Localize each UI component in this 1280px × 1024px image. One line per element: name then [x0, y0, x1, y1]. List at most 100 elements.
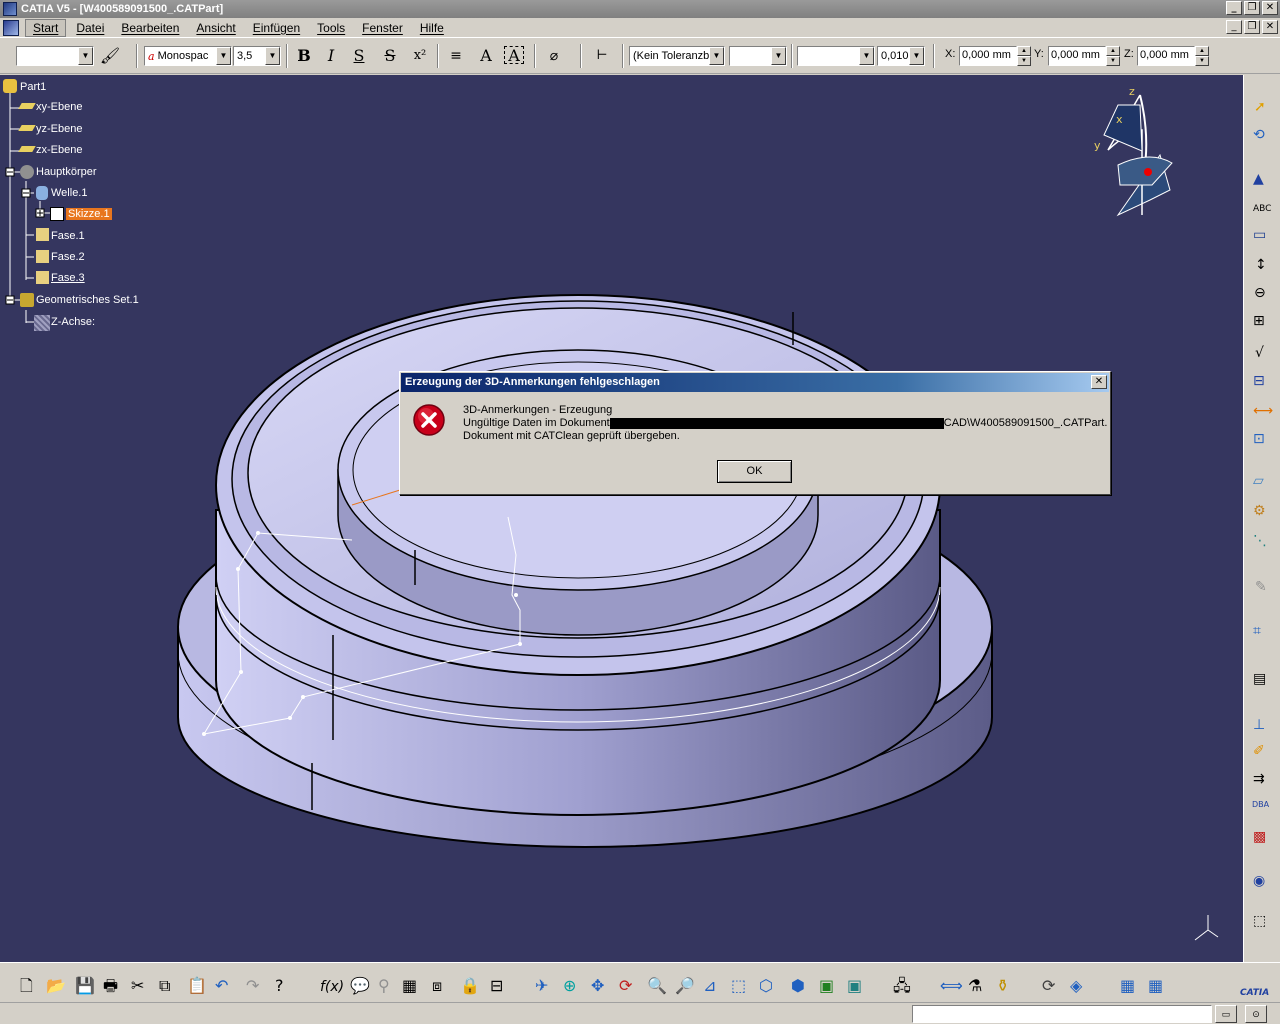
precision-combo[interactable]: 0,010 ▼ — [877, 46, 925, 66]
body-gear-icon[interactable] — [20, 165, 34, 179]
font-size-combo[interactable]: 3,5 ▼ — [233, 46, 281, 66]
restore-button[interactable]: ❐ — [1244, 1, 1260, 15]
svg-text:⬚: ⬚ — [731, 976, 746, 995]
x-coord-spinner[interactable]: 0,000 mm ▲ ▼ — [959, 46, 1031, 66]
italic-button[interactable]: I — [319, 46, 343, 66]
z-coord-value[interactable]: 0,000 mm — [1137, 46, 1195, 66]
svg-text:✎: ✎ — [1255, 579, 1267, 595]
z-coord-spinner[interactable]: 0,000 mm ▲ ▼ — [1137, 46, 1209, 66]
svg-text:💾: 💾 — [75, 976, 95, 995]
tree-item-yz-ebene[interactable]: yz-Ebene — [36, 123, 82, 135]
command-input[interactable] — [912, 1005, 1212, 1023]
3d-viewport[interactable]: z y x Part1 xy-Ebene yz-Ebene zx-Ebene H… — [0, 75, 1243, 962]
svg-text:▦: ▦ — [1120, 976, 1135, 995]
style-combo[interactable]: ▼ — [16, 46, 94, 66]
tolerance-combo[interactable]: (Kein Toleranzb ▼ — [629, 46, 725, 66]
bold-button[interactable]: B — [292, 46, 316, 66]
paintbrush-icon[interactable]: 🖌 — [98, 46, 122, 66]
tree-item-z-achse[interactable]: Z-Achse: — [51, 316, 95, 328]
svg-text:⟺: ⟺ — [940, 976, 963, 995]
font-name-combo[interactable]: a Monospac ▼ — [144, 46, 232, 66]
svg-text:▲: ▲ — [1253, 171, 1264, 187]
svg-text:ABC: ABC — [1253, 204, 1271, 214]
tolerance-value-combo[interactable]: ▼ — [729, 46, 787, 66]
y-coord-spinner[interactable]: 0,000 mm ▲ ▼ — [1048, 46, 1120, 66]
svg-text:▦: ▦ — [402, 976, 417, 995]
svg-text:⧈: ⧈ — [432, 976, 442, 995]
status-power-input-button[interactable]: ⊙ — [1245, 1005, 1267, 1023]
chamfer-icon[interactable] — [36, 228, 49, 241]
axis-icon[interactable] — [34, 315, 50, 331]
menu-einfuegen[interactable]: Einfügen — [246, 20, 307, 36]
tree-item-geometrisches-set[interactable]: Geometrisches Set.1 — [36, 294, 139, 306]
anchor-frame-icon[interactable]: A — [504, 46, 524, 65]
compass-y-label: y — [1094, 139, 1101, 152]
tree-item-fase-2[interactable]: Fase.2 — [51, 251, 85, 263]
svg-text:▣: ▣ — [819, 976, 834, 995]
tree-item-fase-3[interactable]: Fase.3 — [51, 272, 85, 284]
menu-datei[interactable]: Datei — [69, 20, 111, 36]
doc-restore-button[interactable]: ❐ — [1244, 20, 1260, 34]
dimension-icon[interactable]: ⊢ — [590, 46, 614, 66]
dialog-line2-prefix: Ungültige Daten im Dokument — [463, 417, 610, 429]
svg-text:📂: 📂 — [46, 976, 66, 995]
menu-hilfe[interactable]: Hilfe — [413, 20, 451, 36]
menu-ansicht[interactable]: Ansicht — [189, 20, 242, 36]
menu-bar: Start Datei Bearbeiten Ansicht Einfügen … — [0, 18, 1280, 38]
x-coord-label: X: — [945, 48, 956, 60]
numeric-format-combo[interactable]: ▼ — [797, 46, 875, 66]
underline-button[interactable]: S — [347, 46, 371, 66]
tree-item-fase-1[interactable]: Fase.1 — [51, 230, 85, 242]
chamfer-icon[interactable] — [36, 250, 49, 263]
svg-text:⊡: ⊡ — [1253, 431, 1265, 447]
text-frame-icon[interactable]: A — [474, 46, 498, 66]
sketch-icon[interactable] — [50, 207, 64, 221]
svg-text:◉: ◉ — [1253, 873, 1265, 889]
dialog-message-line3: Dokument mit CATClean geprüft übergeben. — [463, 430, 680, 442]
doc-close-button[interactable]: ✕ — [1262, 20, 1278, 34]
x-coord-value[interactable]: 0,000 mm — [959, 46, 1017, 66]
compass-icon — [1103, 94, 1173, 217]
menu-bearbeiten[interactable]: Bearbeiten — [114, 20, 186, 36]
svg-text:▭: ▭ — [1253, 227, 1266, 243]
tree-item-hauptkoerper[interactable]: Hauptkörper — [36, 166, 97, 178]
tree-item-skizze-selected[interactable]: Skizze.1 — [66, 208, 112, 220]
dialog-close-button[interactable]: ✕ — [1091, 375, 1107, 389]
ok-button[interactable]: OK — [717, 460, 792, 483]
svg-text:➚: ➚ — [1254, 99, 1266, 115]
tree-root-part1[interactable]: Part1 — [20, 81, 46, 93]
justify-icon[interactable]: ≡ — [444, 46, 468, 66]
document-icon[interactable] — [3, 19, 19, 36]
window-title: CATIA V5 - [W400589091500_.CATPart] — [21, 3, 224, 15]
menu-tools[interactable]: Tools — [310, 20, 352, 36]
y-coord-label: Y: — [1034, 48, 1044, 60]
tree-item-welle[interactable]: Welle.1 — [51, 187, 87, 199]
geometric-set-icon[interactable] — [20, 293, 34, 307]
superscript-icon[interactable]: x² — [408, 46, 432, 66]
status-clear-button[interactable]: ▭ — [1215, 1005, 1237, 1023]
svg-text:◈: ◈ — [1070, 976, 1083, 995]
compass-z-label: z — [1129, 85, 1135, 98]
svg-text:⇉: ⇉ — [1253, 771, 1265, 787]
y-coord-value[interactable]: 0,000 mm — [1048, 46, 1106, 66]
symbol-icon[interactable]: ⌀ — [542, 46, 566, 66]
menu-start[interactable]: Start — [25, 18, 67, 37]
strikethrough-button[interactable]: S — [378, 46, 402, 66]
svg-text:🔒: 🔒 — [460, 976, 480, 995]
close-button[interactable]: ✕ — [1262, 1, 1278, 15]
tree-item-zx-ebene[interactable]: zx-Ebene — [36, 144, 82, 156]
svg-text:⟷: ⟷ — [1253, 403, 1273, 419]
doc-minimize-button[interactable]: _ — [1226, 20, 1242, 34]
window-titlebar: CATIA V5 - [W400589091500_.CATPart] _ ❐ … — [0, 0, 1280, 18]
svg-text:✥: ✥ — [591, 976, 604, 995]
part-icon[interactable] — [3, 79, 17, 93]
chamfer-icon[interactable] — [36, 271, 49, 284]
svg-text:⚙: ⚙ — [1253, 503, 1266, 519]
shaft-icon[interactable] — [36, 186, 48, 200]
standard-toolbar: 🗋 📂 💾 🖶 ✂ ⧉ 📋 ↶ ↷ ? f(x) 💬 ⚲ ▦ ⧈ 🔒 ⊟ ✈ ⊕… — [0, 962, 1280, 1002]
tree-item-xy-ebene[interactable]: xy-Ebene — [36, 101, 82, 113]
svg-text:▱: ▱ — [1253, 473, 1264, 489]
compass-x-label: x — [1116, 113, 1123, 126]
minimize-button[interactable]: _ — [1226, 1, 1242, 15]
menu-fenster[interactable]: Fenster — [355, 20, 410, 36]
